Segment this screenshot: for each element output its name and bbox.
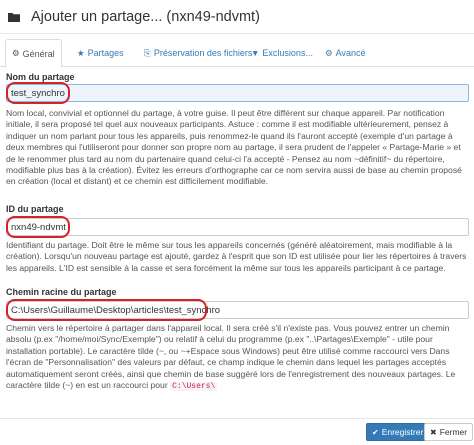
- tab-versioning[interactable]: ⎘ Préservation des fichiers: [138, 39, 258, 67]
- check-icon: ✔: [372, 427, 379, 437]
- folder-icon: [8, 12, 20, 22]
- tab-label: Général: [22, 48, 55, 59]
- filter-icon: ▼: [251, 48, 260, 58]
- folder-path-help-text: Chemin vers le répertoire à partager dan…: [6, 323, 456, 391]
- save-button[interactable]: ✔ Enregistrer: [366, 423, 430, 441]
- share-icon: ★: [77, 47, 85, 58]
- folder-id-input[interactable]: nxn49-ndvmt: [6, 218, 469, 236]
- folder-path-input[interactable]: C:\Users\Guillaume\Desktop\articles\test…: [6, 301, 469, 319]
- folder-label-input[interactable]: test_synchro: [6, 84, 469, 102]
- tab-label: Exclusions...: [262, 48, 313, 58]
- folder-id-help: Identifiant du partage. Doit être le mêm…: [6, 240, 467, 273]
- close-icon: ✖: [430, 427, 437, 437]
- folder-label-heading: Nom du partage: [6, 72, 75, 82]
- close-button[interactable]: ✖ Fermer: [424, 423, 474, 441]
- folder-path-help-tail: un raccourci pour: [101, 380, 168, 391]
- tab-advanced[interactable]: ⚙ Avancé: [319, 39, 371, 67]
- folder-path-help: Chemin vers le répertoire à partager dan…: [6, 323, 470, 392]
- cogs-icon: ⚙: [325, 47, 333, 58]
- folder-label-help: Nom local, convivial et optionnel du par…: [6, 108, 462, 187]
- dialog-title: Ajouter un partage... (nxn49-ndvmt): [31, 8, 260, 25]
- gear-icon: ⚙: [12, 48, 20, 58]
- tab-label: Avancé: [335, 48, 366, 58]
- tab-label: Préservation des fichiers: [153, 48, 253, 58]
- folder-path-heading: Chemin racine du partage: [6, 287, 117, 297]
- home-path-code: C:\Users\: [170, 382, 218, 392]
- close-button-label: Fermer: [439, 427, 468, 437]
- versions-icon: ⎘: [144, 47, 151, 58]
- tab-general[interactable]: ⚙ Général: [5, 39, 62, 68]
- tab-bar: ⚙ Général ★ Partages ⎘ Préservation des …: [0, 39, 474, 68]
- folder-id-heading: ID du partage: [6, 204, 64, 214]
- tab-label: Partages: [87, 48, 124, 58]
- tab-sharing[interactable]: ★ Partages: [71, 39, 130, 67]
- tab-ignore-patterns[interactable]: ▼ Exclusions...: [245, 39, 319, 67]
- save-button-label: Enregistrer: [381, 427, 424, 437]
- dialog-header: Ajouter un partage... (nxn49-ndvmt): [0, 0, 474, 34]
